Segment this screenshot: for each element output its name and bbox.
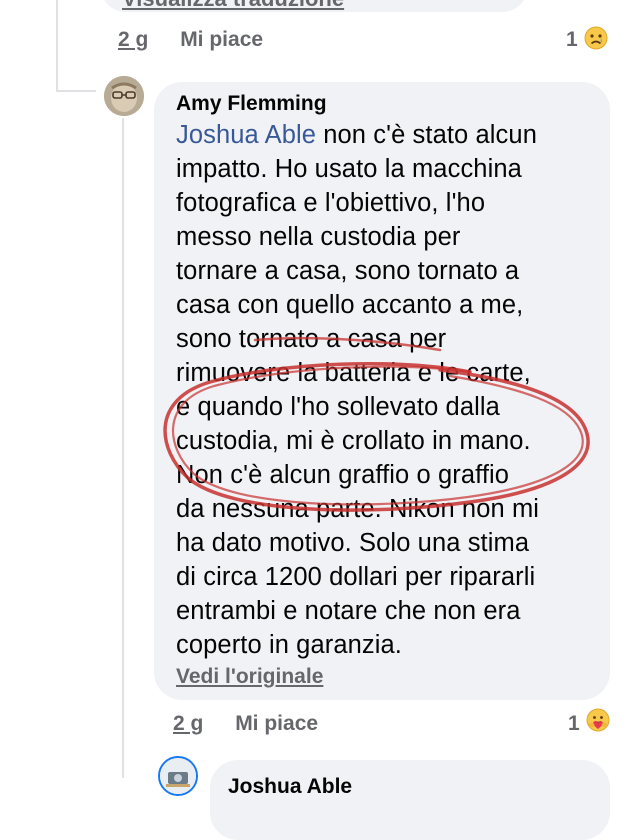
- reply-avatar[interactable]: [158, 756, 198, 796]
- comment-text: Joshua Able non c'è stato alcun impatto.…: [176, 118, 606, 662]
- reply-bubble: [210, 760, 610, 840]
- comment-meta: 2 g Mi piace: [173, 712, 318, 736]
- thread-line-curve: [56, 90, 96, 92]
- avatar[interactable]: [104, 76, 144, 116]
- translation-link[interactable]: Visualizza traduzione: [122, 0, 344, 12]
- sad-face-icon[interactable]: [584, 26, 608, 50]
- comment-author[interactable]: Amy Flemming: [176, 92, 327, 116]
- reply-author[interactable]: Joshua Able: [228, 775, 352, 799]
- mention-link[interactable]: Joshua Able: [176, 121, 316, 149]
- comment-body-text: non c'è stato alcun impatto. Ho usato la…: [176, 121, 540, 659]
- previous-reaction-count[interactable]: 1: [566, 28, 578, 52]
- previous-comment-time[interactable]: 2 g: [118, 28, 148, 51]
- like-button[interactable]: Mi piace: [235, 712, 318, 735]
- thread-line-vertical: [56, 0, 58, 92]
- camera-photo-icon: [160, 758, 196, 794]
- see-original-link[interactable]: Vedi l'originale: [176, 665, 323, 689]
- previous-like-button[interactable]: Mi piace: [180, 28, 263, 51]
- comment-time[interactable]: 2 g: [173, 712, 203, 735]
- hug-care-icon[interactable]: [586, 708, 610, 732]
- avatar-photo-icon: [104, 76, 144, 116]
- reaction-count[interactable]: 1: [568, 712, 580, 736]
- previous-comment-meta: 2 g Mi piace: [118, 28, 263, 52]
- thread-line-reply: [122, 118, 124, 778]
